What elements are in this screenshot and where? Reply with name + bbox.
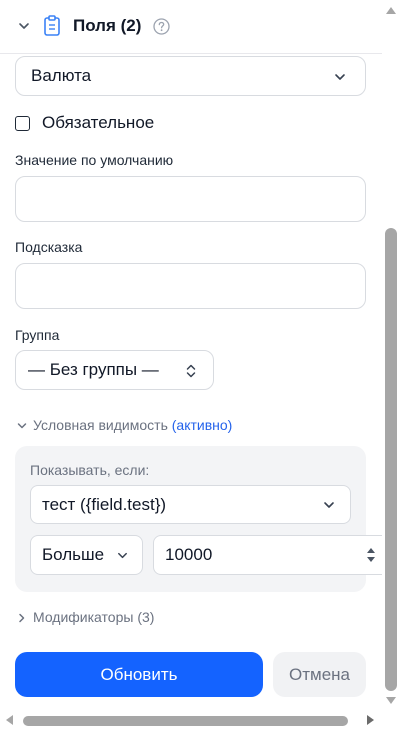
conditional-visibility-toggle[interactable]: Условная видимость (активно): [16, 417, 232, 433]
updown-chevron-icon: [186, 364, 196, 378]
conditional-visibility-title: Условная видимость: [33, 417, 168, 433]
condition-field-value: тест ({field.test}): [42, 494, 167, 514]
scroll-left-arrow-icon[interactable]: [6, 715, 13, 725]
horizontal-scroll-thumb[interactable]: [23, 716, 348, 726]
section-title: Поля (2): [73, 16, 142, 35]
scroll-down-arrow-icon[interactable]: [386, 697, 396, 704]
default-value-label: Значение по умолчанию: [15, 152, 174, 168]
condition-operator-value: Больше: [42, 545, 105, 564]
group-label: Группа: [15, 327, 60, 343]
chevron-down-icon: [335, 74, 345, 80]
required-checkbox[interactable]: [15, 116, 30, 131]
required-label: Обязательное: [42, 113, 155, 132]
group-value: — Без группы —: [28, 360, 159, 379]
modifiers-toggle[interactable]: Модификаторы (3): [16, 609, 154, 625]
scroll-up-arrow-icon[interactable]: [386, 7, 396, 14]
chevron-down-icon: [118, 552, 127, 559]
settings-panel: Поля (2) Валюта Обязательное Значение по…: [0, 0, 382, 708]
condition-field-select[interactable]: тест ({field.test}): [30, 485, 351, 524]
field-type-select[interactable]: Валюта: [15, 56, 366, 96]
chevron-right-icon: [19, 614, 25, 623]
hint-label: Подсказка: [15, 239, 83, 255]
cancel-button[interactable]: Отмена: [273, 652, 366, 697]
chevron-down-icon: [17, 423, 27, 429]
cancel-button-label: Отмена: [289, 664, 350, 684]
help-icon[interactable]: [153, 18, 170, 35]
clipboard-icon: [44, 15, 60, 36]
vertical-scroll-thumb[interactable]: [385, 228, 397, 691]
field-type-value: Валюта: [31, 66, 92, 85]
condition-value-input[interactable]: 10000: [153, 535, 382, 575]
modifiers-title: Модификаторы (3): [33, 609, 155, 625]
condition-operator-select[interactable]: Больше: [30, 535, 143, 575]
spinner-arrows-icon[interactable]: [366, 545, 376, 565]
fields-section-header[interactable]: Поля (2): [0, 0, 382, 54]
hint-input[interactable]: [15, 263, 366, 309]
update-button[interactable]: Обновить: [15, 652, 263, 697]
default-value-input[interactable]: [15, 176, 366, 222]
group-select[interactable]: — Без группы —: [15, 350, 214, 390]
conditional-status: (активно): [171, 417, 233, 433]
update-button-label: Обновить: [100, 664, 178, 684]
scroll-right-arrow-icon[interactable]: [367, 715, 374, 725]
chevron-down-icon[interactable]: [17, 19, 31, 33]
condition-value-text: 10000: [165, 545, 213, 564]
show-if-label: Показывать, если:: [30, 462, 150, 478]
chevron-down-icon: [324, 502, 334, 508]
